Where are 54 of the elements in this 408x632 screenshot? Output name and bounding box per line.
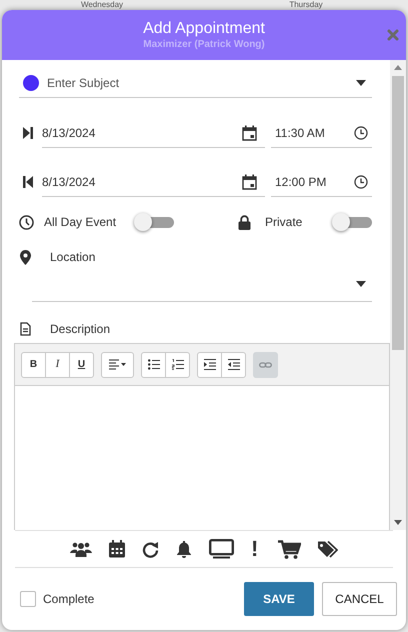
bulleted-list-icon (148, 359, 160, 370)
dropdown-caret-icon (356, 280, 366, 286)
clock-icon[interactable] (354, 126, 368, 140)
cart-icon[interactable] (278, 540, 301, 558)
outdent-icon (228, 359, 240, 370)
clock-icon[interactable] (354, 174, 368, 188)
numbered-list-icon (172, 359, 184, 370)
checkbox-label: Complete (43, 591, 94, 608)
column-header: Thursday (288, 0, 324, 8)
monitor-icon[interactable] (209, 539, 234, 559)
subject-field[interactable]: Enter Subject (19, 68, 372, 98)
time-field[interactable]: 12:00 PM (271, 167, 372, 197)
cancel-button[interactable]: CANCEL (322, 582, 397, 616)
numbered-list-button[interactable] (165, 352, 190, 378)
time-field[interactable]: 11:30 AM (271, 118, 372, 148)
date-field[interactable]: 8/13/2024 (42, 167, 265, 197)
document-icon (20, 322, 31, 336)
calendar-icon[interactable] (242, 124, 257, 140)
calendar-icon[interactable] (109, 540, 125, 558)
dropdown-caret-icon (356, 80, 366, 86)
calendar-icon[interactable] (242, 174, 257, 190)
field-label: Location (50, 249, 96, 266)
align-icon (109, 359, 126, 370)
link-icon (259, 362, 272, 368)
bold-button[interactable]: B (21, 352, 46, 378)
scrollbar[interactable] (390, 60, 406, 530)
dialog-title: Add Appointment (143, 19, 265, 38)
save-button[interactable]: SAVE (244, 582, 314, 616)
field-label: Description (50, 321, 110, 338)
people-icon[interactable] (70, 542, 92, 556)
dialog-subtitle: Maximizer (Patrick Wong) (143, 38, 265, 51)
refresh-icon[interactable] (142, 540, 159, 558)
priority-button[interactable]: ! (251, 538, 261, 560)
bell-icon[interactable] (176, 540, 192, 558)
scroll-down-arrow-icon[interactable] (394, 520, 402, 526)
italic-button[interactable]: I (45, 352, 70, 378)
underline-button[interactable]: U (69, 352, 94, 378)
toggle-switch[interactable] (134, 213, 176, 231)
date-field[interactable]: 8/13/2024 (42, 118, 265, 148)
bulleted-list-button[interactable] (141, 352, 166, 378)
indent-icon (204, 359, 216, 370)
scroll-up-arrow-icon[interactable] (394, 64, 402, 70)
tags-icon[interactable] (318, 540, 338, 558)
column-header: Wednesday (80, 0, 124, 8)
lock-icon (238, 214, 251, 230)
clock-icon (19, 214, 34, 230)
toggle-switch[interactable] (332, 213, 374, 231)
align-button[interactable] (101, 352, 134, 378)
indent-button[interactable] (197, 352, 222, 378)
toggle-label: Private (265, 214, 304, 231)
outdent-button[interactable] (221, 352, 246, 378)
toggle-label: All Day Event (44, 214, 118, 231)
map-pin-icon (20, 250, 31, 264)
checkbox[interactable] (20, 591, 36, 607)
